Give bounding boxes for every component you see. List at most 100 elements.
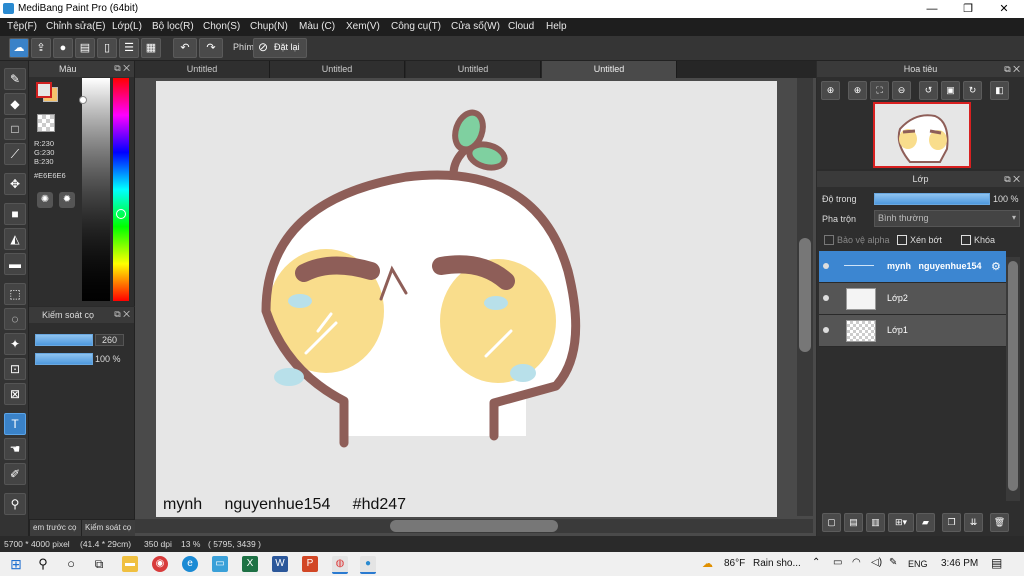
text-icon[interactable]: T (4, 413, 26, 435)
menu-select[interactable]: Chọn(S) (203, 21, 240, 32)
drawing-canvas[interactable]: mynh nguyenhue154 #hd247 (156, 81, 777, 517)
protect-alpha-checkbox[interactable] (824, 235, 834, 245)
primary-color-swatch[interactable] (36, 82, 52, 98)
brush-size-slider[interactable] (35, 334, 93, 346)
menu-view[interactable]: Xem(V) (346, 21, 380, 32)
task-view-icon[interactable]: ⧉ (91, 556, 107, 572)
tab-document-3[interactable]: Untitled (406, 61, 541, 78)
menu-cloud[interactable]: Cloud (508, 21, 534, 32)
horizontal-scroll-thumb[interactable] (390, 520, 558, 532)
pen-icon[interactable]: ✐ (4, 463, 26, 485)
close-button[interactable]: ✕ (986, 0, 1022, 18)
delete-layer-icon[interactable]: 🗑 (990, 513, 1009, 532)
brightness-picker[interactable] (79, 78, 110, 301)
fill-rect-icon[interactable]: ■ (4, 203, 26, 225)
flip-icon[interactable]: ◧ (990, 81, 1009, 100)
menu-help[interactable]: Help (546, 21, 567, 32)
comment-icon[interactable]: ● (53, 38, 73, 58)
app-icon-red[interactable]: ◉ (152, 556, 168, 572)
eyedropper-icon[interactable]: ⚲ (4, 493, 26, 515)
language-indicator[interactable]: ENG (908, 559, 928, 569)
chrome-icon[interactable]: ◍ (332, 556, 348, 574)
hand-icon[interactable]: ☚ (4, 438, 26, 460)
tab-document-4[interactable]: Untitled (542, 61, 677, 78)
blend-mode-select[interactable]: Bình thường ▾ (874, 210, 1020, 227)
volume-icon[interactable]: ◁) (871, 557, 882, 568)
panel-pin-close-icon[interactable]: ⧉ ✕ (1004, 61, 1020, 77)
bucket-icon[interactable]: ◭ (4, 228, 26, 250)
vertical-scroll-thumb[interactable] (799, 238, 811, 352)
eraser-icon[interactable]: ◆ (4, 93, 26, 115)
excel-icon[interactable]: X (242, 556, 258, 572)
tab-document-2[interactable]: Untitled (270, 61, 405, 78)
hue-slider[interactable] (113, 78, 129, 301)
rotate-left-icon[interactable]: ↺ (919, 81, 938, 100)
line-icon[interactable]: ⟋ (4, 143, 26, 165)
weather-text[interactable]: Rain sho... (753, 558, 801, 569)
windows-start-icon[interactable]: ⊞ (8, 556, 24, 572)
wifi-icon[interactable]: ◠ (852, 557, 861, 568)
layer-row-2[interactable]: Lớp2 (819, 283, 1006, 315)
duplicate-icon[interactable]: ❐ (942, 513, 961, 532)
lasso-icon[interactable]: ◌ (4, 308, 26, 330)
menu-file[interactable]: Tệp(F) (7, 21, 37, 32)
lock-checkbox[interactable] (961, 235, 971, 245)
select-eraser-icon[interactable]: ⊠ (4, 383, 26, 405)
tab-brush-preview[interactable]: em trước cọ (29, 519, 84, 537)
menu-edit[interactable]: Chỉnh sửa(E) (46, 21, 106, 32)
fit-icon[interactable]: ⛶ (870, 81, 889, 100)
document-icon[interactable]: ▯ (97, 38, 117, 58)
chat-icon[interactable]: ▤ (75, 38, 95, 58)
brush-opacity-slider[interactable] (35, 353, 93, 365)
layer-opacity-slider[interactable] (874, 193, 990, 205)
gradient-icon[interactable]: ▬ (4, 253, 26, 275)
magic-wand-icon[interactable]: ✦ (4, 333, 26, 355)
powerpoint-icon[interactable]: P (302, 556, 318, 572)
clipping-checkbox[interactable] (897, 235, 907, 245)
notifications-icon[interactable]: ▤ (991, 556, 1002, 570)
rectangle-icon[interactable]: □ (4, 118, 26, 140)
chevron-up-icon[interactable]: ⌃ (812, 557, 820, 568)
rotate-right-icon[interactable]: ↻ (963, 81, 982, 100)
zoom-in-icon[interactable]: ⊕ (821, 81, 840, 100)
network-icon[interactable]: ▭ (833, 557, 842, 568)
transparent-swatch[interactable] (37, 114, 55, 132)
clock-time[interactable]: 3:46 PM (941, 558, 978, 569)
select-pen-icon[interactable]: ⊡ (4, 358, 26, 380)
cloud-icon[interactable]: ☁ (9, 38, 29, 58)
cortana-icon[interactable]: ○ (63, 556, 79, 572)
maximize-button[interactable]: ❐ (950, 0, 986, 18)
panel-pin-close-icon[interactable]: ⧉ ✕ (114, 63, 130, 74)
panel-pin-close-icon[interactable]: ⧉ ✕ (114, 309, 130, 320)
move-icon[interactable]: ✥ (4, 173, 26, 195)
pen-tray-icon[interactable]: ✎ (889, 557, 897, 568)
visibility-icon[interactable] (823, 327, 829, 333)
new-layer-icon[interactable]: ▢ (822, 513, 841, 532)
tab-document-1[interactable]: Untitled (135, 61, 270, 78)
grid-icon[interactable]: ▦ (141, 38, 161, 58)
list-icon[interactable]: ☰ (119, 38, 139, 58)
reset-view-icon[interactable]: ▣ (941, 81, 960, 100)
menu-tools[interactable]: Công cụ(T) (391, 21, 441, 32)
menu-window[interactable]: Cửa số(W) (451, 21, 500, 32)
menu-layer[interactable]: Lớp(L) (112, 21, 142, 32)
brush-size-value[interactable]: 260 (95, 334, 125, 346)
visibility-icon[interactable] (823, 295, 829, 301)
menu-color[interactable]: Màu (C) (299, 21, 335, 32)
menu-filter[interactable]: Bộ lọc(R) (152, 21, 194, 32)
visibility-icon[interactable] (823, 263, 829, 269)
palette-add-icon[interactable]: ✹ (59, 192, 75, 208)
edge-icon[interactable]: e (182, 556, 198, 572)
zoom-out-icon[interactable]: ⊖ (892, 81, 911, 100)
layer-scrollbar[interactable] (1006, 257, 1020, 501)
zoom-in-alt-icon[interactable]: ⊕ (848, 81, 867, 100)
layer-row-text[interactable]: mynh nguyenhue154 ⚙ (819, 251, 1006, 283)
monitor-icon[interactable]: ▭ (212, 556, 228, 572)
word-icon[interactable]: W (272, 556, 288, 572)
navigator-thumbnail[interactable] (873, 102, 971, 168)
file-explorer-icon[interactable]: ▬ (122, 556, 138, 572)
palette-icon[interactable]: ✺ (37, 192, 53, 208)
new-layer-8bit-icon[interactable]: ▤ (844, 513, 863, 532)
panel-pin-close-icon[interactable]: ⧉ ✕ (1004, 171, 1020, 187)
layer-row-1[interactable]: Lớp1 (819, 315, 1006, 347)
